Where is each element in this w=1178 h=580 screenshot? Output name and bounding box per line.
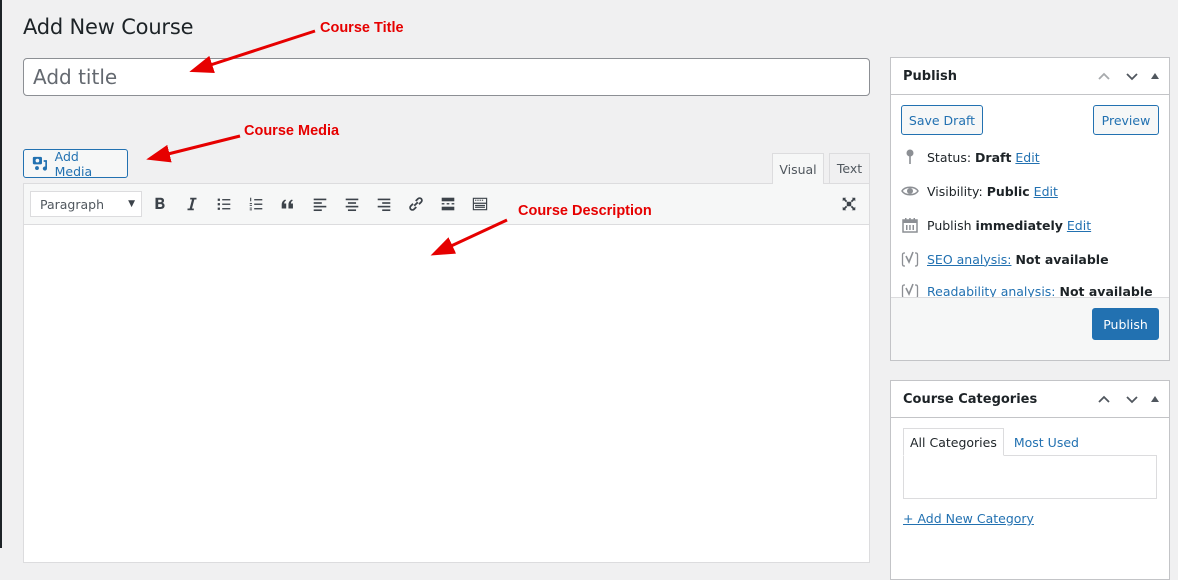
move-down-button[interactable]	[1119, 390, 1145, 408]
edit-status-link[interactable]: Edit	[1015, 150, 1039, 165]
publish-timing-value: immediately	[975, 217, 1063, 233]
chevron-down-icon	[1126, 396, 1138, 404]
save-draft-button[interactable]: Save Draft	[901, 105, 983, 135]
bulleted-list-button[interactable]	[208, 190, 240, 218]
italic-button[interactable]	[176, 190, 208, 218]
chevron-down-icon: ▼	[128, 199, 135, 209]
blockquote-button[interactable]	[272, 190, 304, 218]
align-right-button[interactable]	[368, 190, 400, 218]
chevron-down-icon	[1126, 73, 1138, 81]
editor-toolbar: Paragraph ▼	[24, 184, 869, 225]
seo-row: SEO analysis: Not available	[901, 250, 1109, 268]
italic-icon	[187, 197, 197, 211]
annotation-course-media: Course Media	[244, 123, 340, 139]
publish-box: Publish Save Draft Preview Status: Draft…	[890, 57, 1170, 361]
format-select-value: Paragraph	[40, 196, 105, 212]
annotation-course-title: Course Title	[320, 20, 404, 36]
move-up-button[interactable]	[1091, 390, 1117, 408]
pin-icon	[906, 149, 914, 164]
seo-analysis-link[interactable]: SEO analysis:	[927, 252, 1011, 267]
window-edge	[0, 0, 2, 548]
move-down-button[interactable]	[1119, 67, 1145, 85]
publish-box-header: Publish	[891, 58, 1169, 95]
fullscreen-button[interactable]	[833, 190, 865, 218]
read-more-button[interactable]	[432, 190, 464, 218]
eye-icon	[901, 186, 919, 196]
triangle-up-icon	[1151, 73, 1159, 79]
chevron-up-icon	[1098, 395, 1110, 403]
editor-content-area[interactable]	[24, 225, 869, 545]
align-center-button[interactable]	[336, 190, 368, 218]
status-label: Status:	[927, 149, 972, 165]
tab-visual[interactable]: Visual	[772, 153, 824, 184]
categories-box-title: Course Categories	[903, 391, 1038, 407]
calendar-icon	[902, 218, 918, 233]
annotation-course-description: Course Description	[518, 203, 652, 219]
page-title: Add New Course	[23, 15, 194, 39]
visibility-row: Visibility: Public Edit	[901, 182, 1058, 200]
toolbar-toggle-icon	[472, 197, 488, 211]
publish-box-title: Publish	[903, 68, 957, 84]
yoast-icon	[901, 251, 919, 267]
toggle-panel-button[interactable]	[1147, 67, 1163, 85]
chevron-up-icon	[1098, 72, 1110, 80]
edit-schedule-link[interactable]: Edit	[1067, 218, 1091, 233]
align-left-button[interactable]	[304, 190, 336, 218]
add-new-category-link[interactable]: + Add New Category	[903, 511, 1034, 526]
numbered-list-icon	[249, 197, 263, 211]
move-up-button[interactable]	[1091, 67, 1117, 85]
bulleted-list-icon	[217, 198, 231, 210]
arrow-course-media	[146, 134, 241, 163]
status-row: Status: Draft Edit	[901, 148, 1040, 166]
triangle-up-icon	[1151, 396, 1159, 402]
align-center-icon	[345, 198, 359, 212]
course-description-editor: Paragraph ▼	[23, 183, 870, 563]
media-icon	[32, 156, 47, 171]
numbered-list-button[interactable]	[240, 190, 272, 218]
visibility-value: Public	[986, 183, 1030, 199]
course-title-input[interactable]	[23, 58, 870, 96]
categories-checklist	[903, 455, 1157, 499]
tab-most-used[interactable]: Most Used	[1004, 428, 1085, 456]
blockquote-icon	[281, 199, 293, 209]
toolbar-toggle-button[interactable]	[464, 190, 496, 218]
tab-text[interactable]: Text	[829, 153, 870, 183]
align-left-icon	[313, 198, 327, 212]
align-right-icon	[377, 198, 391, 212]
publish-label: Publish	[927, 217, 972, 233]
schedule-row: Publish immediately Edit	[901, 216, 1091, 234]
preview-button[interactable]: Preview	[1093, 105, 1159, 135]
read-more-icon	[441, 197, 455, 211]
bold-icon	[155, 197, 165, 209]
course-categories-box: Course Categories All Categories Most Us…	[890, 380, 1170, 580]
visibility-label: Visibility:	[927, 183, 983, 199]
add-media-button[interactable]: Add Media	[23, 148, 128, 179]
format-select[interactable]: Paragraph ▼	[30, 191, 142, 217]
publish-actions: Publish	[891, 297, 1169, 360]
publish-button[interactable]: Publish	[1092, 308, 1159, 340]
categories-box-header: Course Categories	[891, 381, 1169, 418]
bold-button[interactable]	[144, 190, 176, 218]
edit-visibility-link[interactable]: Edit	[1034, 184, 1058, 199]
link-button[interactable]	[400, 190, 432, 218]
link-icon	[409, 197, 423, 211]
seo-value: Not available	[1015, 251, 1109, 267]
status-value: Draft	[975, 149, 1012, 165]
fullscreen-icon	[842, 197, 856, 211]
tab-all-categories[interactable]: All Categories	[903, 428, 1004, 456]
add-media-label: Add Media	[54, 148, 93, 179]
toggle-panel-button[interactable]	[1147, 390, 1163, 408]
